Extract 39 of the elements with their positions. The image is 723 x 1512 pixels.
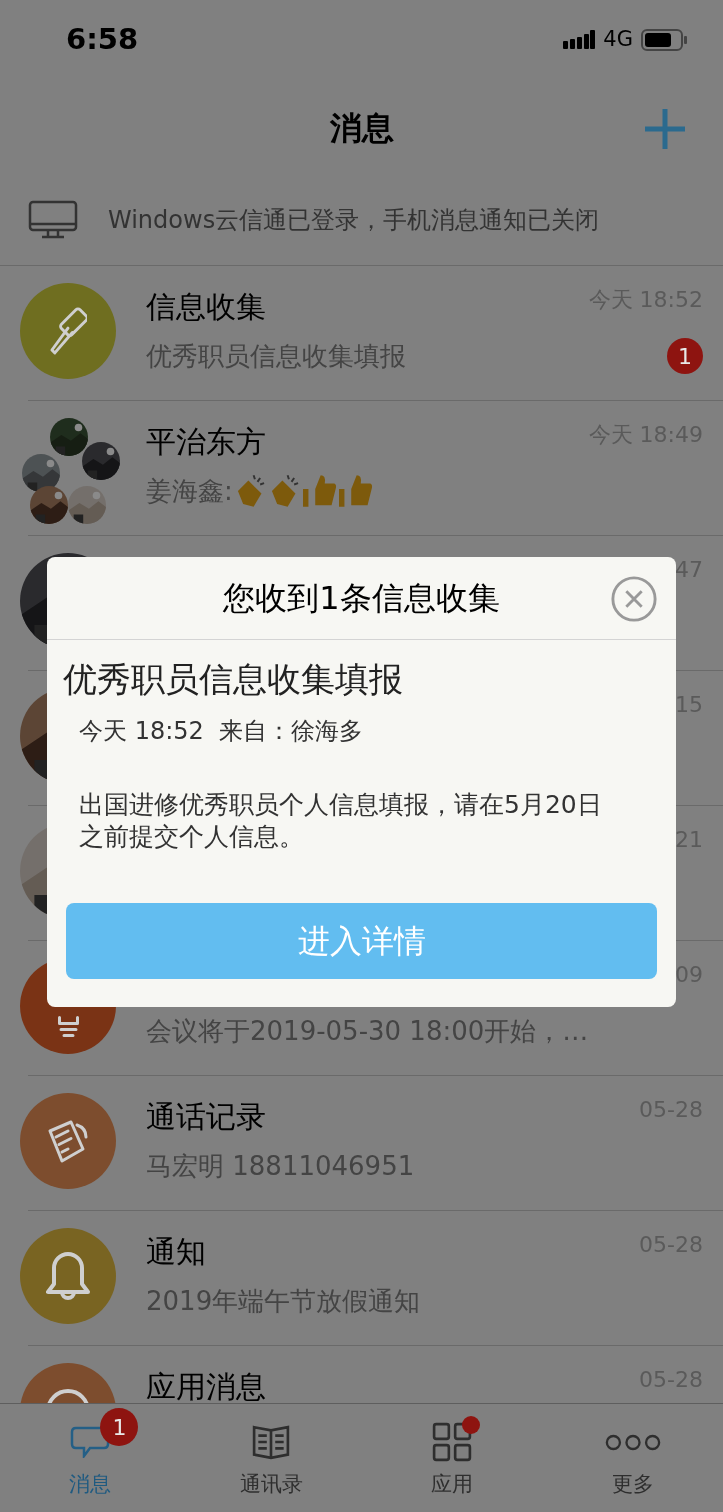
close-icon[interactable] [610,575,658,623]
note-phone-icon [47,1118,89,1164]
conversation-title: 平治东方 [146,424,267,460]
form-title: 优秀职员信息收集填报 [63,658,404,701]
message-preview: 优秀职员信息收集填报 [146,340,406,373]
grid-icon [431,1422,472,1462]
tab[interactable]: 1 消息 [0,1404,181,1512]
message-preview: 2019年端午节放假通知 [146,1285,421,1318]
tab[interactable]: 更多 [542,1404,723,1512]
banner-text: Windows云信通已登录，手机消息通知已关闭 [108,205,600,236]
signal-icon [563,30,596,50]
form-description: 出国进修优秀职员个人信息填报，请在5月20日之前提交个人信息。 [79,789,603,853]
thumbs-up-icon [338,475,373,507]
conversation-title: 应用消息 [146,1369,267,1403]
details-button[interactable]: 进入详情 [66,903,657,979]
dialog-title: 您收到1条信息收集 [223,578,500,619]
conversation-title: 通知 [146,1234,207,1270]
battery-icon [641,29,687,51]
add-icon[interactable] [643,107,687,151]
more-icon [604,1433,661,1451]
message-preview: 会议将于2019-05-30 18:00开始，… [146,1015,589,1048]
monitor-icon [28,200,78,240]
page-title: 消息 [329,107,394,149]
conversation-title: 信息收集 [146,289,267,325]
book-icon [252,1424,291,1460]
unread-badge: 1 [667,338,703,374]
clock: 6:58 [66,21,139,59]
tab[interactable]: 通讯录 [180,1404,362,1512]
tab[interactable]: 应用 [361,1404,543,1512]
network-label: 4G [603,26,633,54]
bell-icon [46,1252,90,1300]
tab-badge: 1 [100,1408,139,1446]
gavel-icon [49,306,87,356]
thumbs-up-icon [302,475,337,507]
login-banner[interactable]: Windows云信通已登录，手机消息通知已关闭 [0,175,723,266]
message-preview: 马宏明 18811046951 [146,1150,415,1183]
conversation-title: 通话记录 [146,1099,267,1135]
message-preview: 姜海鑫: [146,475,233,508]
form-meta: 今天 18:52 来自：徐海多 [79,716,365,747]
